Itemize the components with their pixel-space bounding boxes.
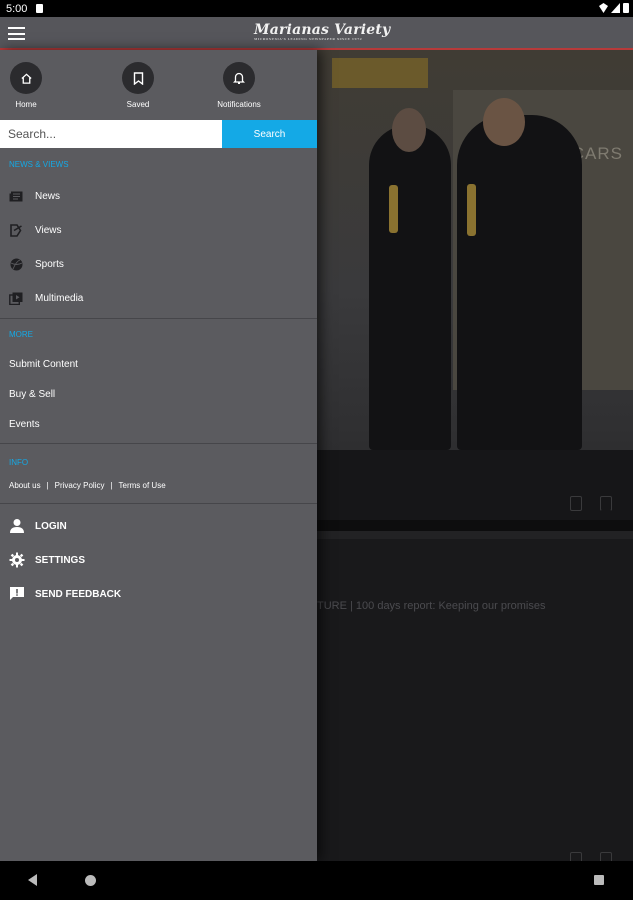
info-links: About us | Privacy Policy | Terms of Use bbox=[0, 481, 317, 490]
more-section: MORE Submit Content Buy & Sell Events bbox=[0, 330, 317, 439]
wifi-icon bbox=[599, 3, 608, 13]
search-bar: Search bbox=[0, 120, 317, 148]
back-icon[interactable] bbox=[28, 874, 37, 886]
search-button[interactable]: Search bbox=[222, 120, 317, 148]
home-label: Home bbox=[15, 100, 37, 109]
menu-icon[interactable] bbox=[8, 27, 25, 40]
saved-button[interactable]: Saved bbox=[108, 62, 168, 109]
bookmark-icon bbox=[122, 62, 154, 94]
nav-item-label: Views bbox=[35, 224, 62, 236]
send-feedback-button[interactable]: SEND FEEDBACK bbox=[0, 577, 317, 611]
feedback-icon bbox=[9, 586, 25, 602]
app-logo[interactable]: Marianas Variety MICRONESIA'S LEADING NE… bbox=[254, 22, 390, 41]
saved-label: Saved bbox=[126, 100, 150, 109]
signal-icon bbox=[611, 3, 620, 13]
news-views-section: NEWS & VIEWS News Views Sports Multimedi… bbox=[0, 160, 317, 315]
divider bbox=[0, 503, 317, 504]
status-bar: 5:00 bbox=[0, 0, 633, 17]
notifications-label: Notifications bbox=[217, 100, 261, 109]
notifications-button[interactable]: Notifications bbox=[209, 62, 269, 109]
menu-item-buy-sell[interactable]: Buy & Sell bbox=[0, 379, 317, 409]
search-input[interactable] bbox=[0, 120, 222, 148]
login-label: LOGIN bbox=[35, 520, 67, 532]
views-icon bbox=[9, 223, 23, 237]
menu-item-events[interactable]: Events bbox=[0, 409, 317, 439]
share-icon[interactable] bbox=[570, 496, 582, 511]
link-about-us[interactable]: About us bbox=[9, 481, 41, 490]
info-section: INFO About us | Privacy Policy | Terms o… bbox=[0, 458, 317, 490]
article-caption-bar bbox=[317, 450, 633, 520]
home-button[interactable]: Home bbox=[0, 62, 56, 109]
menu-item-submit-content[interactable]: Submit Content bbox=[0, 349, 317, 379]
link-separator: | bbox=[46, 481, 49, 490]
article-card[interactable] bbox=[317, 531, 633, 861]
sports-icon bbox=[9, 258, 23, 270]
person-icon bbox=[9, 518, 25, 534]
quick-actions: Home Saved Notifications bbox=[0, 50, 317, 120]
nav-item-multimedia[interactable]: Multimedia bbox=[0, 281, 317, 315]
divider bbox=[0, 318, 317, 319]
nav-item-label: Multimedia bbox=[35, 292, 84, 304]
status-time: 5:00 bbox=[6, 3, 28, 15]
section-title-news-views: NEWS & VIEWS bbox=[9, 160, 69, 169]
article-headline[interactable]: TURE | 100 days report: Keeping our prom… bbox=[317, 600, 545, 612]
system-nav-bar bbox=[0, 861, 633, 900]
nav-item-label: Sports bbox=[35, 258, 64, 270]
recent-apps-icon[interactable] bbox=[594, 875, 604, 885]
logo-text: Marianas Variety bbox=[254, 22, 391, 38]
link-separator: | bbox=[110, 481, 113, 490]
account-section: LOGIN SETTINGS SEND FEEDBACK bbox=[0, 509, 317, 611]
multimedia-icon bbox=[9, 292, 23, 305]
section-title-more: MORE bbox=[9, 330, 33, 339]
settings-label: SETTINGS bbox=[35, 554, 86, 566]
nav-item-label: News bbox=[35, 190, 61, 202]
section-title-info: INFO bbox=[9, 458, 29, 467]
article-photo[interactable]: SCARS bbox=[317, 50, 633, 450]
home-nav-icon[interactable] bbox=[85, 875, 96, 886]
nav-item-news[interactable]: News bbox=[0, 179, 317, 213]
navigation-drawer: Home Saved Notifications Search NEWS & V… bbox=[0, 50, 317, 861]
link-terms-of-use[interactable]: Terms of Use bbox=[119, 481, 166, 490]
divider bbox=[0, 443, 317, 444]
bell-icon bbox=[223, 62, 255, 94]
send-feedback-label: SEND FEEDBACK bbox=[35, 588, 122, 600]
nav-item-views[interactable]: Views bbox=[0, 213, 317, 247]
nav-item-sports[interactable]: Sports bbox=[0, 247, 317, 281]
gear-icon bbox=[9, 552, 25, 568]
notification-icon bbox=[36, 4, 43, 13]
settings-button[interactable]: SETTINGS bbox=[0, 543, 317, 577]
battery-icon bbox=[623, 3, 629, 13]
login-button[interactable]: LOGIN bbox=[0, 509, 317, 543]
link-privacy-policy[interactable]: Privacy Policy bbox=[55, 481, 105, 490]
status-icons bbox=[599, 3, 629, 13]
app-bar: Marianas Variety MICRONESIA'S LEADING NE… bbox=[0, 17, 633, 50]
newspaper-icon bbox=[9, 190, 23, 202]
home-icon bbox=[10, 62, 42, 94]
